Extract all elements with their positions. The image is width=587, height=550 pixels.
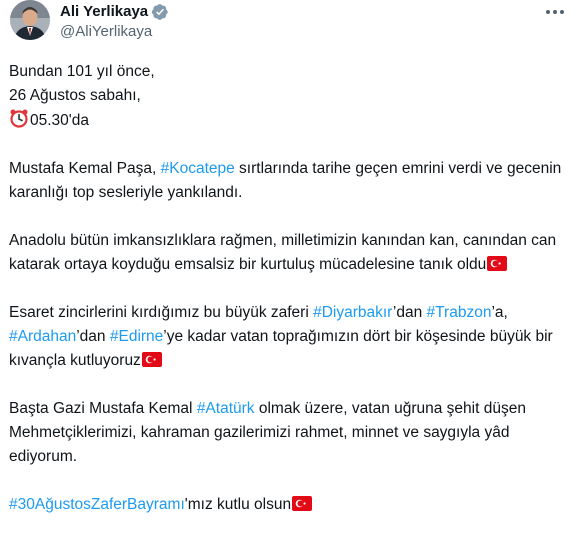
tweet-card: Ali Yerlikaya @AliYerlikaya Bundan 101 y… <box>0 0 587 550</box>
text-line: Bundan 101 yıl önce, <box>9 63 155 80</box>
text-segment: Anadolu bütün imkansızlıklara rağmen, mi… <box>9 232 557 273</box>
turkey-flag-icon <box>292 496 313 511</box>
hashtag-trabzon[interactable]: #Trabzon <box>427 304 492 321</box>
tweet-header: Ali Yerlikaya @AliYerlikaya <box>10 0 577 44</box>
display-name[interactable]: Ali Yerlikaya <box>60 2 148 22</box>
hashtag-diyarbakir[interactable]: #Diyarbakır <box>313 304 393 321</box>
text-segment: ’dan <box>76 328 110 345</box>
tweet-text: Bundan 101 yıl önce, 26 Ağustos sabahı, … <box>9 60 574 517</box>
paragraph-5: Başta Gazi Mustafa Kemal #Atatürk olmak … <box>9 397 574 469</box>
text-segment: Esaret zincirlerini kırdığımız bu büyük … <box>9 304 314 321</box>
text-line: 26 Ağustos sabahı, <box>9 87 141 104</box>
paragraph-6: #30AğustosZaferBayramı'mız kutlu olsun <box>9 493 574 517</box>
text-segment: ’dan <box>392 304 427 321</box>
paragraph-4: Esaret zincirlerini kırdığımız bu büyük … <box>9 301 574 373</box>
alarm-clock-icon <box>10 109 28 128</box>
text-segment: Mustafa Kemal Paşa, <box>9 160 161 177</box>
paragraph-1: Bundan 101 yıl önce, 26 Ağustos sabahı, … <box>9 60 574 133</box>
hashtag-ataturk[interactable]: #Atatürk <box>197 400 255 417</box>
text-segment: ’a, <box>491 304 508 321</box>
paragraph-2: Mustafa Kemal Paşa, #Kocatepe sırtlarınd… <box>9 157 574 205</box>
text-segment: Başta Gazi Mustafa Kemal <box>9 400 197 417</box>
more-options-icon[interactable] <box>543 2 567 22</box>
turkey-flag-icon <box>487 256 508 271</box>
text-segment: 'mız kutlu olsun <box>184 496 292 513</box>
verified-badge-icon <box>151 4 168 20</box>
paragraph-3: Anadolu bütün imkansızlıklara rağmen, mi… <box>9 229 574 277</box>
text-line: 05.30'da <box>9 108 574 133</box>
hashtag-kocatepe[interactable]: #Kocatepe <box>161 160 235 177</box>
handle[interactable]: @AliYerlikaya <box>60 22 169 42</box>
hashtag-edirne[interactable]: #Edirne <box>110 328 163 345</box>
hashtag-30-agustos-zafer-bayrami[interactable]: #30AğustosZaferBayramı <box>9 496 185 513</box>
time-text: 05.30'da <box>30 112 89 129</box>
turkey-flag-icon <box>141 352 162 367</box>
avatar[interactable] <box>10 0 50 40</box>
hashtag-ardahan[interactable]: #Ardahan <box>9 328 76 345</box>
